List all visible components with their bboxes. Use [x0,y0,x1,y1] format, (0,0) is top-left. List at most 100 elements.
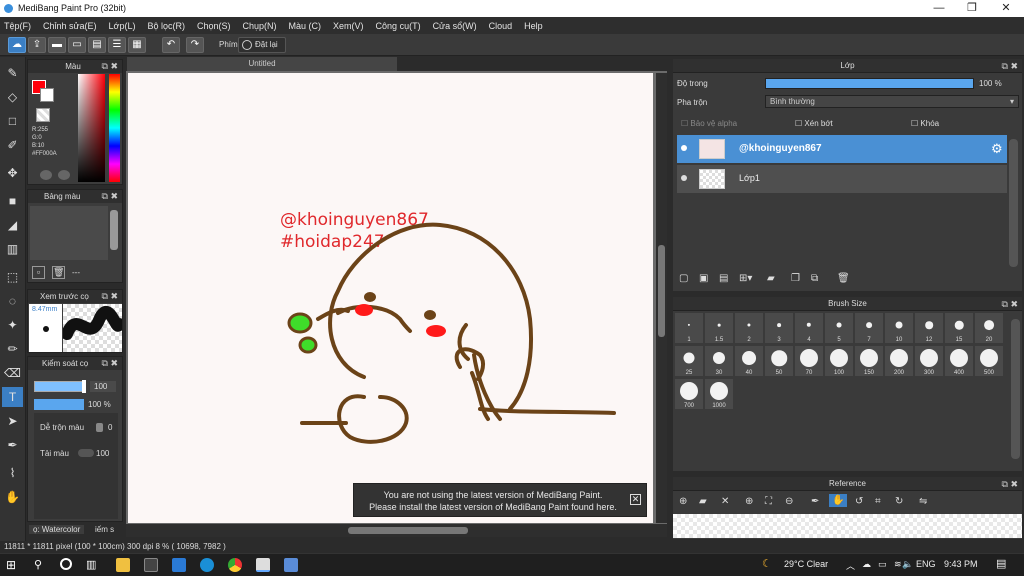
layer-blend-select[interactable]: Bình thường ▾ [765,95,1019,108]
text-tool-icon[interactable]: T [2,387,23,407]
weather-text[interactable]: 29°C Clear [784,559,828,569]
undo-icon[interactable]: ↶ [162,37,180,53]
canvas-tab[interactable]: Untitled [127,57,397,71]
brush-size-cell[interactable]: 4 [795,313,823,343]
brush-size-cell[interactable]: 700 [675,379,703,409]
brush-size-cell[interactable]: 400 [945,346,973,376]
hscroll-thumb[interactable] [348,527,468,534]
panel-buttons-icon[interactable]: ⧉ ✖ [1002,59,1018,73]
menu-select[interactable]: Chọn(S) [197,21,231,31]
brush-tab[interactable]: ọ: Watercolor [29,525,85,534]
reference-view[interactable] [673,514,1022,538]
cloud-tray-icon[interactable]: ☁ [862,559,871,570]
crop-icon[interactable]: ⌗ [875,496,881,507]
palette-scrollbar[interactable] [110,210,118,250]
opacity-slider[interactable] [34,399,84,410]
brush-size-cell[interactable]: 40 [735,346,763,376]
windows-start-icon[interactable]: ⊞ [6,559,16,571]
brush-size-cell[interactable]: 10 [885,313,913,343]
menu-filter[interactable]: Bộ lọc(R) [147,21,185,31]
gradient-tool-icon[interactable]: ▥ [2,239,23,259]
select-eraser-tool-icon[interactable]: ⌫ [2,363,23,383]
menu-view[interactable]: Xem(V) [333,21,364,31]
brush-size-cell[interactable]: 1.5 [705,313,733,343]
operation-tool-icon[interactable]: ➤ [2,411,23,431]
chat-icon[interactable]: ▬ [48,37,66,53]
wifi-icon[interactable]: ≋ [894,559,902,570]
reset-button[interactable]: Đặt lại [238,37,286,53]
network-icon[interactable]: ▭ [878,559,887,570]
notification-icon[interactable]: ▤ [996,557,1006,570]
page-icon[interactable]: ▤ [88,37,106,53]
panel-buttons-icon[interactable]: ⧉ ✖ [102,290,118,303]
merge-layer-icon[interactable]: ⧉ [811,273,818,284]
refill-toggle[interactable] [78,449,94,457]
layer-visibility-icon[interactable] [681,175,687,181]
redo-icon[interactable]: ↷ [186,37,204,53]
brush-size-cell[interactable]: 7 [855,313,883,343]
hand-tool-icon[interactable]: ✋ [2,487,23,507]
eyedrop-small-icon[interactable] [40,170,52,180]
rectangle-tool-icon[interactable]: □ [2,111,23,131]
saturation-field[interactable] [78,74,105,182]
brush-size-cell[interactable]: 2 [735,313,763,343]
select-tool-icon[interactable]: ⬚ [2,267,23,287]
volume-icon[interactable]: 🔈 [902,559,913,570]
brush-size-cell[interactable]: 150 [855,346,883,376]
secondary-color-swatch[interactable] [40,88,54,102]
canvas-vertical-scrollbar[interactable] [656,73,667,523]
store-icon[interactable] [144,558,158,572]
brush-size-cell[interactable]: 3 [765,313,793,343]
mail-icon[interactable] [172,558,186,572]
layer-row-selected[interactable]: @khoinguyen867 ⚙ [677,135,1007,163]
size-slider[interactable] [34,381,86,392]
panel-buttons-icon[interactable]: ⧉ ✖ [1002,297,1018,311]
layer-settings-gear-icon[interactable]: ⚙ [991,141,1003,157]
chevron-up-icon[interactable]: ︿ [846,559,855,572]
menu-color[interactable]: Màu (C) [289,21,322,31]
cloud-icon[interactable]: ☁ [8,37,26,53]
brush-size-cell[interactable]: 100 [825,346,853,376]
panel-buttons-icon[interactable]: ⧉ ✖ [102,190,118,203]
size-value[interactable]: 100 [90,381,116,392]
maximize-button[interactable]: ❐ [955,0,989,17]
cortana-icon[interactable] [60,558,72,570]
menu-layer[interactable]: Lớp(L) [109,21,136,31]
menu-tools[interactable]: Công cụ(T) [376,21,421,31]
brush-size-cell[interactable]: 20 [975,313,1003,343]
layer-visibility-icon[interactable] [681,145,687,151]
file-explorer-icon[interactable] [116,558,130,572]
reference-eyedropper-icon[interactable]: ✒ [811,496,819,507]
reference-hand-icon[interactable]: ✋ [829,494,848,507]
new-layer-icon[interactable]: ▢ [679,273,688,284]
brush-size-cell[interactable]: 1 [675,313,703,343]
select-pen-tool-icon[interactable]: ✏ [2,339,23,359]
close-button[interactable]: ✕ [989,0,1023,17]
reference-close-icon[interactable]: ✕ [721,496,729,507]
grid-icon[interactable]: ▦ [128,37,146,53]
menu-edit[interactable]: Chỉnh sửa(E) [43,21,97,31]
protect-alpha-checkbox[interactable]: ☐ Bảo vệ alpha [681,119,737,128]
transparent-swatch[interactable] [36,108,50,122]
search-tab[interactable]: iếm s [93,525,116,534]
drawing-canvas[interactable]: @khoinguyen867 #hoidap247 [128,73,653,523]
brush-size-cell[interactable]: 5 [825,313,853,343]
new-palette-icon[interactable]: ▫ [32,266,45,279]
new-halftone-layer-icon[interactable]: ▣ [699,273,708,284]
upload-icon[interactable]: ⇪ [28,37,46,53]
brush-size-cell[interactable]: 300 [915,346,943,376]
update-notice[interactable]: You are not using the latest version of … [353,483,647,517]
layer-scrollbar[interactable] [1009,139,1018,267]
dropper-tool-icon[interactable]: ⌇ [2,463,23,483]
panel-buttons-icon[interactable]: ⧉ ✖ [1002,477,1018,491]
brush-tool-icon[interactable]: ✎ [2,63,23,83]
vscroll-thumb[interactable] [658,245,665,337]
brush-size-cell[interactable]: 30 [705,346,733,376]
brush-size-cell[interactable]: 200 [885,346,913,376]
panel-buttons-icon[interactable]: ⧉ ✖ [102,357,118,370]
color-history-icon[interactable] [58,170,70,180]
language-indicator[interactable]: ENG [916,559,936,569]
menu-cloud[interactable]: Cloud [489,21,513,31]
lasso-tool-icon[interactable]: ◌ [2,291,23,311]
menu-window[interactable]: Cửa sổ(W) [433,21,477,31]
